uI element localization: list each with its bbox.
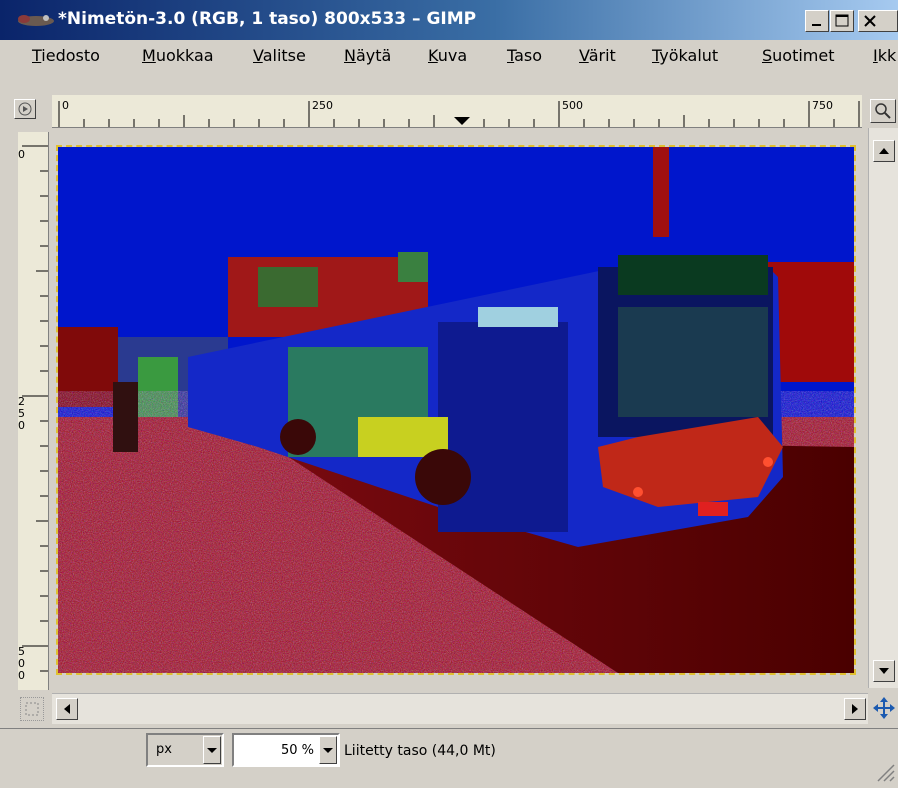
scroll-left-button[interactable] bbox=[56, 698, 78, 720]
menu-nayta[interactable]: Näytä bbox=[344, 46, 391, 65]
menu-varit[interactable]: Värit bbox=[579, 46, 616, 65]
vruler-label-250: 250 bbox=[18, 395, 25, 432]
photo-image bbox=[58, 147, 854, 673]
close-button[interactable] bbox=[858, 10, 898, 32]
menu-kuva[interactable]: Kuva bbox=[428, 46, 467, 65]
scroll-right-button[interactable] bbox=[844, 698, 866, 720]
chevron-down-icon bbox=[323, 748, 333, 753]
minimize-icon bbox=[812, 24, 821, 26]
move-arrows-icon bbox=[873, 697, 895, 719]
menu-suotimet[interactable]: Suotimet bbox=[762, 46, 835, 65]
window-title: *Nimetön-3.0 (RGB, 1 taso) 800x533 – GIM… bbox=[58, 9, 477, 29]
triangle-right-icon bbox=[18, 102, 32, 116]
zoom-selector[interactable]: 50 % bbox=[232, 733, 340, 767]
vruler-label-0: 0 bbox=[18, 148, 25, 161]
hruler-label-750: 750 bbox=[812, 99, 833, 112]
chevron-down-icon bbox=[207, 748, 217, 753]
horizontal-ruler[interactable]: 0 250 500 750 bbox=[52, 95, 862, 128]
arrow-right-icon bbox=[852, 704, 858, 714]
arrow-down-icon bbox=[879, 668, 889, 674]
arrow-up-icon bbox=[879, 148, 889, 154]
magnifier-icon bbox=[875, 103, 891, 119]
hruler-label-0: 0 bbox=[62, 99, 69, 112]
scroll-up-button[interactable] bbox=[873, 140, 895, 162]
unit-selector[interactable]: px bbox=[146, 733, 224, 767]
gimp-wilber-icon bbox=[18, 15, 54, 26]
hruler-label-500: 500 bbox=[562, 99, 583, 112]
unit-value: px bbox=[156, 742, 172, 757]
menu-taso[interactable]: Taso bbox=[507, 46, 542, 65]
close-icon bbox=[864, 15, 876, 27]
quick-mask-toggle[interactable] bbox=[20, 697, 44, 721]
title-bar[interactable]: *Nimetön-3.0 (RGB, 1 taso) 800x533 – GIM… bbox=[0, 0, 898, 40]
unit-dropdown-button[interactable] bbox=[203, 736, 221, 764]
ruler-ticks bbox=[58, 101, 860, 127]
maximize-button[interactable] bbox=[830, 10, 854, 32]
image-canvas[interactable] bbox=[56, 145, 856, 675]
vertical-ruler[interactable]: 0 250 500 bbox=[18, 132, 49, 690]
vertical-scrollbar[interactable] bbox=[868, 128, 898, 688]
maximize-icon bbox=[835, 14, 849, 27]
zoom-value: 50 % bbox=[280, 743, 314, 758]
zoom-dropdown-button[interactable] bbox=[319, 736, 337, 764]
image-menu-button[interactable] bbox=[14, 99, 36, 119]
hruler-label-250: 250 bbox=[312, 99, 333, 112]
horizontal-scrollbar[interactable] bbox=[52, 693, 868, 724]
arrow-left-icon bbox=[64, 704, 70, 714]
resize-grip-icon[interactable] bbox=[872, 759, 896, 785]
vruler-label-500: 500 bbox=[18, 645, 25, 682]
quick-mask-icon bbox=[25, 702, 39, 716]
zoom-image-button[interactable] bbox=[870, 99, 896, 123]
menu-ikkunat[interactable]: Ikk bbox=[873, 46, 896, 65]
navigate-button[interactable] bbox=[870, 694, 898, 722]
scroll-down-button[interactable] bbox=[873, 660, 895, 682]
menu-valitse[interactable]: Valitse bbox=[253, 46, 306, 65]
pointer-marker-icon bbox=[454, 117, 470, 125]
menu-bar: Tiedosto Muokkaa Valitse Näytä Kuva Taso… bbox=[0, 40, 898, 70]
menu-muokkaa[interactable]: Muokkaa bbox=[142, 46, 214, 65]
menu-tiedosto[interactable]: Tiedosto bbox=[32, 46, 100, 65]
status-message: Liitetty taso (44,0 Mt) bbox=[344, 743, 496, 759]
menu-tyokalut[interactable]: Työkalut bbox=[652, 46, 718, 65]
status-bar: px 50 % Liitetty taso (44,0 Mt) bbox=[0, 728, 898, 788]
minimize-button[interactable] bbox=[805, 10, 829, 32]
